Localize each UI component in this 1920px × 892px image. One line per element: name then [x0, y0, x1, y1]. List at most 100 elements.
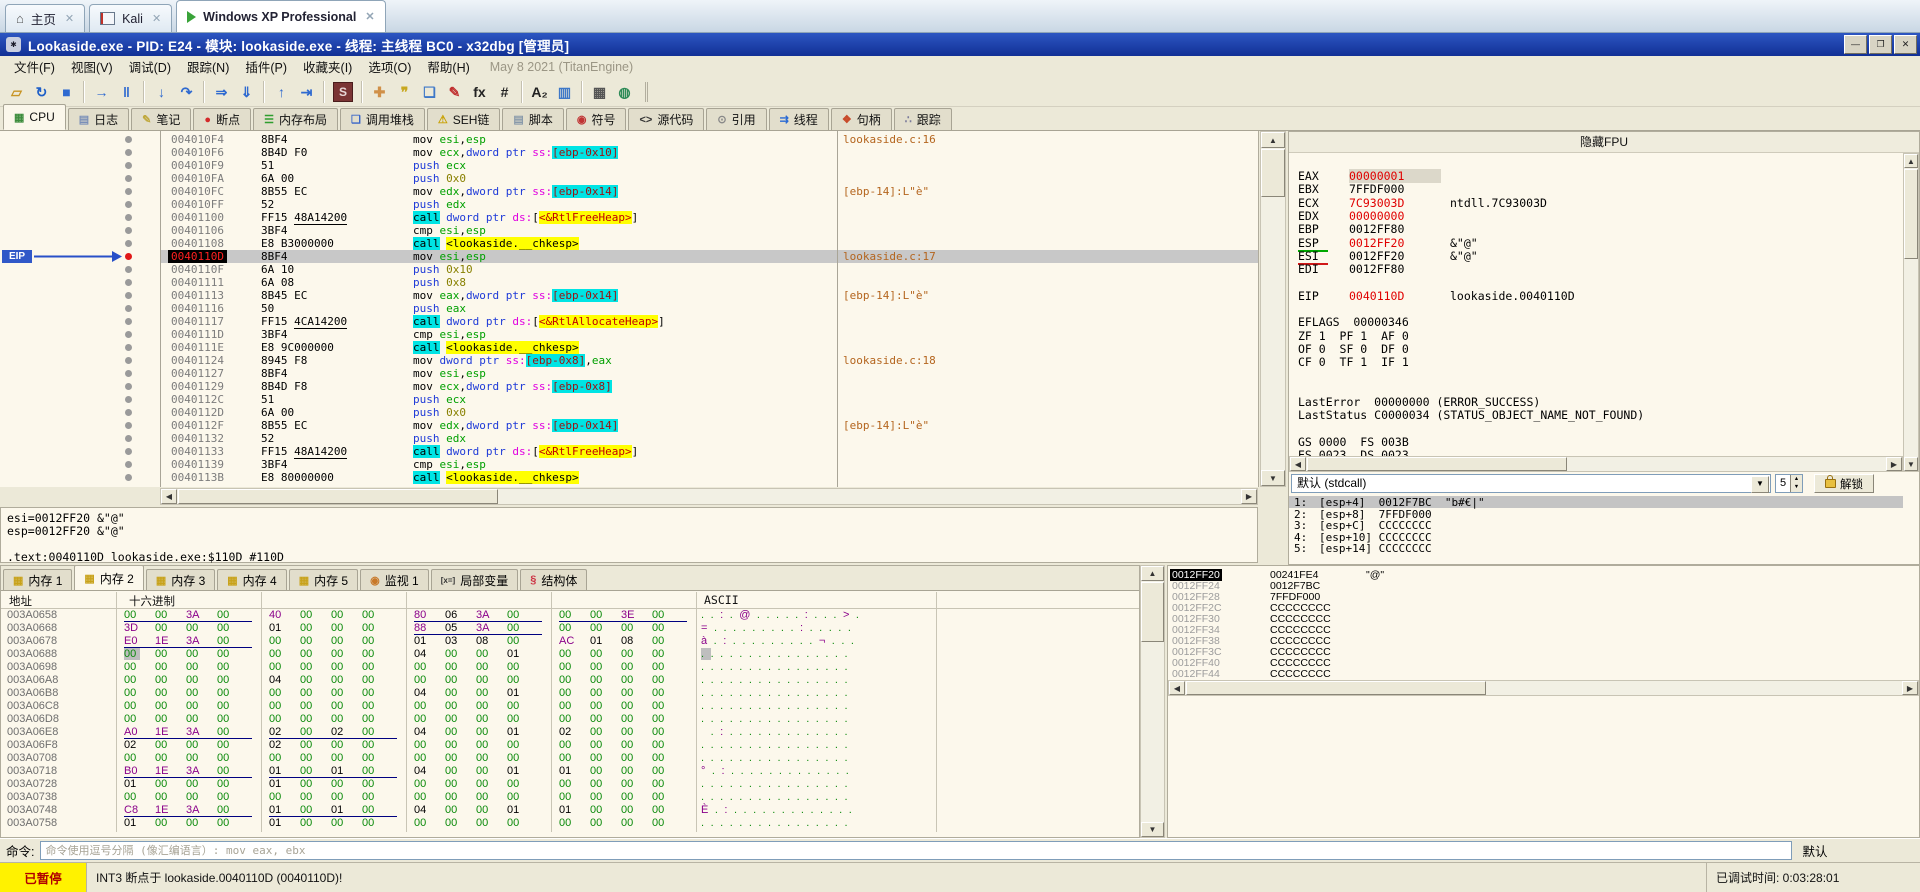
disasm-row[interactable]: 00401108E8 B3000000call <lookaside.__chk…: [0, 237, 1258, 250]
hex-row[interactable]: 003A075801000000010000000000000000000000…: [1, 817, 1139, 830]
row-dot-icon[interactable]: [125, 344, 132, 351]
scroll-right-button[interactable]: ▶: [1886, 457, 1902, 471]
tab-源代码[interactable]: <>源代码: [628, 108, 704, 130]
menu-item-调试(D)[interactable]: 调试(D): [121, 55, 179, 78]
disasm-row[interactable]: 00401133FF15 48A14200call dword ptr ds:[…: [0, 445, 1258, 458]
hex-row[interactable]: 003A069800000000000000000000000000000000…: [1, 661, 1139, 674]
maximize-button[interactable]: ❐: [1869, 35, 1892, 54]
disasm-row[interactable]: 0040111D3BF4cmp esi,esp: [0, 328, 1258, 341]
disassembly-panel[interactable]: EIP 004010F48BF4mov esi,esplookaside.c:1…: [0, 131, 1259, 487]
command-input[interactable]: [40, 841, 1792, 860]
hex-row[interactable]: 003A070800000000000000000000000000000000…: [1, 752, 1139, 765]
hex-row[interactable]: 003A06A800000000040000000000000000000000…: [1, 674, 1139, 687]
disasm-row[interactable]: 0040111EE8 9C000000call <lookaside.__chk…: [0, 341, 1258, 354]
registers-horizontal-scrollbar[interactable]: ◀ ▶: [1289, 456, 1903, 472]
hash-icon[interactable]: #: [492, 80, 517, 104]
row-dot-icon[interactable]: [125, 227, 132, 234]
row-dot-icon[interactable]: [125, 240, 132, 247]
command-mode-select[interactable]: 默认: [1802, 841, 1827, 860]
hex-row[interactable]: 003A072801000000010000000000000000000000…: [1, 778, 1139, 791]
scroll-down-button[interactable]: ▼: [1904, 457, 1918, 471]
step-out-icon[interactable]: ↑: [269, 80, 294, 104]
row-dot-icon[interactable]: [125, 448, 132, 455]
disasm-row[interactable]: 004010F48BF4mov esi,esplookaside.c:16: [0, 133, 1258, 146]
disasm-row[interactable]: 0040110F6A 10push 0x10: [0, 263, 1258, 276]
scroll-left-button[interactable]: ◀: [161, 489, 177, 504]
calculator-icon[interactable]: ▦: [587, 80, 612, 104]
row-dot-icon[interactable]: [125, 357, 132, 364]
row-dot-icon[interactable]: [125, 149, 132, 156]
row-dot-icon[interactable]: [125, 474, 132, 481]
scroll-thumb[interactable]: [1904, 169, 1918, 259]
memory-dump-panel[interactable]: ▦内存 1▦内存 2▦内存 3▦内存 4▦内存 5◉监视 1[x=]局部变量§结…: [0, 565, 1140, 838]
spinner-arrows-icon[interactable]: ▲▼: [1790, 475, 1802, 492]
row-dot-icon[interactable]: [125, 461, 132, 468]
tab-日志[interactable]: ▤日志: [68, 108, 129, 130]
tab-内存布局[interactable]: ☰内存布局: [253, 108, 338, 130]
register-line[interactable]: ZF 1 PF 1 AF 0: [1298, 329, 1409, 342]
disasm-row[interactable]: 0040111650push eax: [0, 302, 1258, 315]
stack-row[interactable]: 0012FF30CCCCCCCC: [1168, 613, 1919, 624]
dump-tab-内存 1[interactable]: ▦内存 1: [3, 569, 72, 590]
scroll-down-button[interactable]: ▼: [1261, 470, 1285, 486]
hex-row[interactable]: 003A06F802000000020000000000000000000000…: [1, 739, 1139, 752]
stack-row[interactable]: 0012FF2000241FE4"@": [1168, 569, 1919, 580]
row-dot-icon[interactable]: [125, 422, 132, 429]
register-esi[interactable]: ESI0012FF20&"@": [1298, 249, 1478, 262]
registers-vertical-scrollbar[interactable]: ▲ ▼: [1903, 153, 1919, 472]
scroll-down-button[interactable]: ▼: [1141, 822, 1164, 837]
row-dot-icon[interactable]: [125, 396, 132, 403]
menu-item-视图(V)[interactable]: 视图(V): [63, 55, 121, 78]
row-dot-icon[interactable]: [125, 136, 132, 143]
unlock-button[interactable]: 解锁: [1814, 474, 1874, 493]
dump-vertical-scrollbar[interactable]: ▲ ▼: [1140, 565, 1165, 838]
scroll-up-button[interactable]: ▲: [1261, 132, 1285, 148]
font-icon[interactable]: A₂: [527, 80, 552, 104]
disasm-row[interactable]: 00401100FF15 48A14200call dword ptr ds:[…: [0, 211, 1258, 224]
menu-item-选项(O)[interactable]: 选项(O): [360, 55, 419, 78]
close-icon[interactable]: ✕: [365, 10, 374, 23]
hex-row[interactable]: 003A0748C81E3A00010001000400000101000000…: [1, 804, 1139, 817]
stop-icon[interactable]: ■: [54, 80, 79, 104]
row-dot-icon[interactable]: [125, 175, 132, 182]
scroll-right-button[interactable]: ▶: [1241, 489, 1257, 504]
stack-row[interactable]: 0012FF2CCCCCCCCC: [1168, 602, 1919, 613]
row-dot-icon[interactable]: [125, 409, 132, 416]
scroll-right-button[interactable]: ▶: [1902, 681, 1918, 695]
call-argument-row[interactable]: 3:[esp+C] CCCCCCCC: [1289, 519, 1903, 531]
minimize-button[interactable]: —: [1844, 35, 1867, 54]
row-dot-icon[interactable]: [125, 162, 132, 169]
menu-item-文件(F)[interactable]: 文件(F): [6, 55, 63, 78]
row-dot-icon[interactable]: [125, 383, 132, 390]
hex-row[interactable]: 003A06E8A01E3A00020002000400000102000000…: [1, 726, 1139, 739]
hex-row[interactable]: 003A06C800000000000000000000000000000000…: [1, 700, 1139, 713]
chevron-down-icon[interactable]: ▼: [1751, 476, 1769, 493]
function-icon[interactable]: fx: [467, 80, 492, 104]
argument-depth-spinner[interactable]: 5 ▲▼: [1775, 474, 1803, 493]
tab-脚本[interactable]: ▤脚本: [502, 108, 563, 130]
disasm-row[interactable]: 004010F951push ecx: [0, 159, 1258, 172]
label-icon[interactable]: ❏: [417, 80, 442, 104]
calling-convention-select[interactable]: 默认 (stdcall) ▼: [1291, 474, 1771, 493]
hide-fpu-toggle[interactable]: 隐藏FPU: [1289, 132, 1919, 153]
close-icon[interactable]: ✕: [152, 12, 161, 25]
register-eax[interactable]: EAX00000001: [1298, 169, 1441, 182]
disasm-row[interactable]: 004010FC8B55 ECmov edx,dword ptr ss:[ebp…: [0, 185, 1258, 198]
disasm-row[interactable]: 0040112D6A 00push 0x0: [0, 406, 1258, 419]
register-ebx[interactable]: EBX7FFDF000: [1298, 182, 1441, 195]
register-line[interactable]: CF 0 TF 1 IF 1: [1298, 355, 1409, 368]
disasm-row[interactable]: 004010FF52push edx: [0, 198, 1258, 211]
scroll-up-button[interactable]: ▲: [1904, 154, 1918, 168]
stack-row[interactable]: 0012FF38CCCCCCCC: [1168, 635, 1919, 646]
tab-引用[interactable]: ⊙引用: [706, 108, 766, 130]
register-edi[interactable]: EDI0012FF80: [1298, 262, 1441, 275]
stack-horizontal-scrollbar[interactable]: ◀ ▶: [1168, 680, 1919, 696]
disasm-row[interactable]: 0040113252push edx: [0, 432, 1258, 445]
hex-row[interactable]: 003A068800000000000000000400000100000000…: [1, 648, 1139, 661]
stack-row[interactable]: 0012FF240012F7BC: [1168, 580, 1919, 591]
row-dot-icon[interactable]: [125, 331, 132, 338]
register-line[interactable]: EFLAGS 00000346: [1298, 315, 1409, 328]
call-argument-row[interactable]: 5:[esp+14] CCCCCCCC: [1289, 542, 1903, 554]
tab-线程[interactable]: ⇉线程: [769, 108, 829, 130]
tab-跟踪[interactable]: ∴跟踪: [894, 108, 952, 130]
